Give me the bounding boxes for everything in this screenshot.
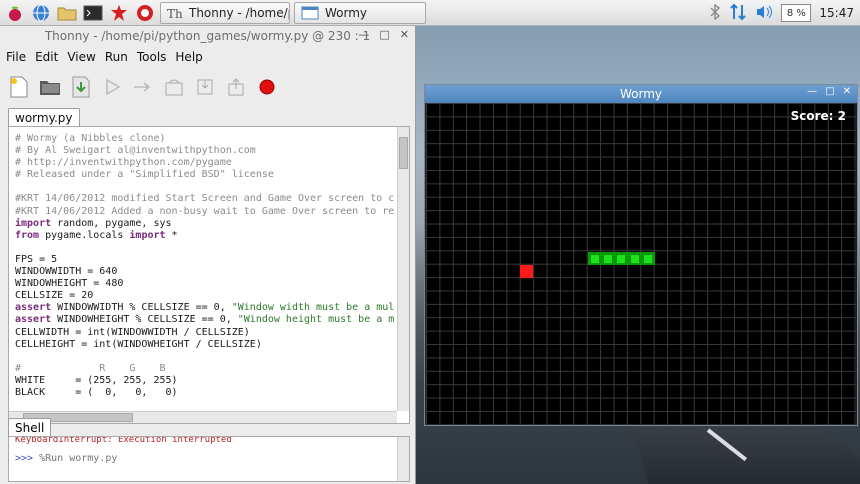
wormy-window: Wormy — □ ✕ Score: 2	[424, 84, 858, 426]
menu-run[interactable]: Run	[105, 50, 128, 64]
system-tray: 8 % 15:47	[709, 0, 860, 26]
editor-vertical-scrollbar[interactable]	[397, 127, 409, 411]
menu-help[interactable]: Help	[175, 50, 202, 64]
game-board[interactable]: Score: 2	[426, 103, 856, 425]
window-title: Thonny - /home/pi/python_games/wormy.py …	[44, 29, 371, 43]
apple	[520, 265, 533, 278]
worm-segment	[641, 252, 655, 266]
code-line: # R G B	[15, 362, 166, 374]
file-manager-icon[interactable]	[56, 3, 78, 23]
worm-segment	[601, 252, 615, 266]
maximize-icon[interactable]: □	[379, 28, 389, 41]
taskbar: Th Thonny - /home/pi/... Wormy 8 % 15:47	[0, 0, 860, 26]
clock[interactable]: 15:47	[819, 6, 854, 20]
step-out-icon[interactable]	[225, 76, 247, 98]
math-icon[interactable]	[108, 3, 130, 23]
new-file-icon[interactable]	[8, 76, 30, 98]
code-line: # Wormy (a Nibbles clone)	[15, 133, 166, 144]
web-browser-icon[interactable]	[30, 3, 52, 23]
shell-prompt: >>>	[15, 453, 34, 464]
svg-text:Th: Th	[167, 7, 183, 20]
code-line: #KRT 14/06/2012 modified Start Screen an…	[15, 193, 395, 205]
run-icon[interactable]	[101, 76, 123, 98]
save-file-icon[interactable]	[70, 76, 92, 98]
score-label: Score: 2	[790, 109, 846, 123]
step-over-icon[interactable]	[163, 76, 185, 98]
code-line: # By Al Sweigart al@inventwithpython.com	[15, 145, 256, 157]
taskbar-task-label: Thonny - /home/pi/...	[189, 5, 289, 20]
code-line: from pygame.locals import *	[15, 229, 178, 241]
code-editor[interactable]: # Wormy (a Nibbles clone) # By Al Sweigar…	[8, 126, 410, 424]
code-line: # Released under a "Simplified BSD" lice…	[15, 169, 274, 181]
shell-error-text: KeyboardInterrupt: Execution interrupted	[15, 436, 232, 445]
shell-input-line[interactable]: >>> %Run wormy.py	[15, 453, 117, 464]
menu-file[interactable]: File	[6, 50, 26, 64]
taskbar-task-thonny[interactable]: Th Thonny - /home/pi/...	[160, 1, 290, 24]
code-line: WINDOWWIDTH = 640	[15, 266, 118, 278]
worm-segment	[628, 252, 642, 266]
menu-view[interactable]: View	[67, 50, 95, 64]
tab-wormy-py[interactable]: wormy.py	[8, 108, 80, 128]
code-line: assert WINDOWWIDTH % CELLSIZE == 0, "Win…	[15, 302, 395, 314]
code-line: assert WINDOWHEIGHT % CELLSIZE == 0, "Wi…	[15, 314, 395, 326]
worm-segment	[588, 252, 602, 266]
taskbar-task-wormy[interactable]: Wormy	[294, 1, 426, 24]
close-icon[interactable]: ✕	[843, 86, 851, 97]
window-title: Wormy	[619, 87, 663, 101]
code-line: # http://inventwithpython.com/pygame	[15, 157, 232, 169]
minimize-icon[interactable]: —	[807, 86, 817, 97]
stop-icon[interactable]	[256, 76, 278, 98]
debug-icon[interactable]	[132, 76, 154, 98]
thonny-titlebar[interactable]: Thonny - /home/pi/python_games/wormy.py …	[0, 26, 415, 46]
volume-icon[interactable]	[755, 4, 773, 23]
close-icon[interactable]: ✕	[400, 28, 409, 41]
worm-segment	[614, 252, 629, 266]
menu-edit[interactable]: Edit	[35, 50, 58, 64]
terminal-icon[interactable]	[82, 3, 104, 23]
maximize-icon[interactable]: □	[825, 86, 834, 97]
shell-panel[interactable]: KeyboardInterrupt: Execution interrupted…	[8, 436, 410, 482]
minimize-icon[interactable]: —	[358, 28, 369, 41]
code-line: CELLSIZE = 20	[15, 290, 94, 302]
bluetooth-icon[interactable]	[709, 3, 721, 23]
shell-scrollbar[interactable]	[397, 437, 409, 481]
thonny-window: Thonny - /home/pi/python_games/wormy.py …	[0, 26, 416, 484]
shell-command: %Run wormy.py	[39, 453, 118, 464]
editor-tabs: wormy.py	[8, 108, 80, 128]
taskbar-task-label: Wormy	[325, 5, 368, 20]
code-line: #KRT 14/06/2012 Added a non-busy wait to…	[15, 205, 395, 217]
menu-tools[interactable]: Tools	[137, 50, 167, 64]
window-app-icon	[301, 5, 319, 21]
cpu-usage-monitor[interactable]: 8 %	[781, 4, 812, 22]
code-text[interactable]: # Wormy (a Nibbles clone) # By Al Sweigar…	[15, 133, 394, 399]
open-file-icon[interactable]	[39, 76, 61, 98]
code-line: BLACK = ( 0, 0, 0)	[15, 386, 178, 398]
code-line: CELLHEIGHT = int(WINDOWHEIGHT / CELLSIZE…	[15, 338, 262, 350]
worm	[588, 252, 655, 266]
code-line: WINDOWHEIGHT = 480	[15, 278, 124, 290]
code-line: import random, pygame, sys	[15, 217, 172, 229]
code-line: FPS = 5	[15, 253, 58, 265]
thonny-app-icon: Th	[167, 5, 183, 21]
toolbar	[0, 68, 415, 106]
wolfram-icon[interactable]	[134, 3, 156, 23]
code-line: CELLWIDTH = int(WINDOWWIDTH / CELLSIZE)	[15, 326, 250, 338]
menu-bar: File Edit View Run Tools Help	[0, 46, 415, 68]
step-into-icon[interactable]	[194, 76, 216, 98]
raspberry-menu-icon[interactable]	[4, 3, 26, 23]
wormy-titlebar[interactable]: Wormy — □ ✕	[425, 85, 857, 103]
editor-horizontal-scrollbar[interactable]	[9, 411, 397, 423]
code-line: WHITE = (255, 255, 255)	[15, 374, 178, 386]
network-icon[interactable]	[729, 3, 747, 24]
tab-shell[interactable]: Shell	[8, 418, 52, 437]
